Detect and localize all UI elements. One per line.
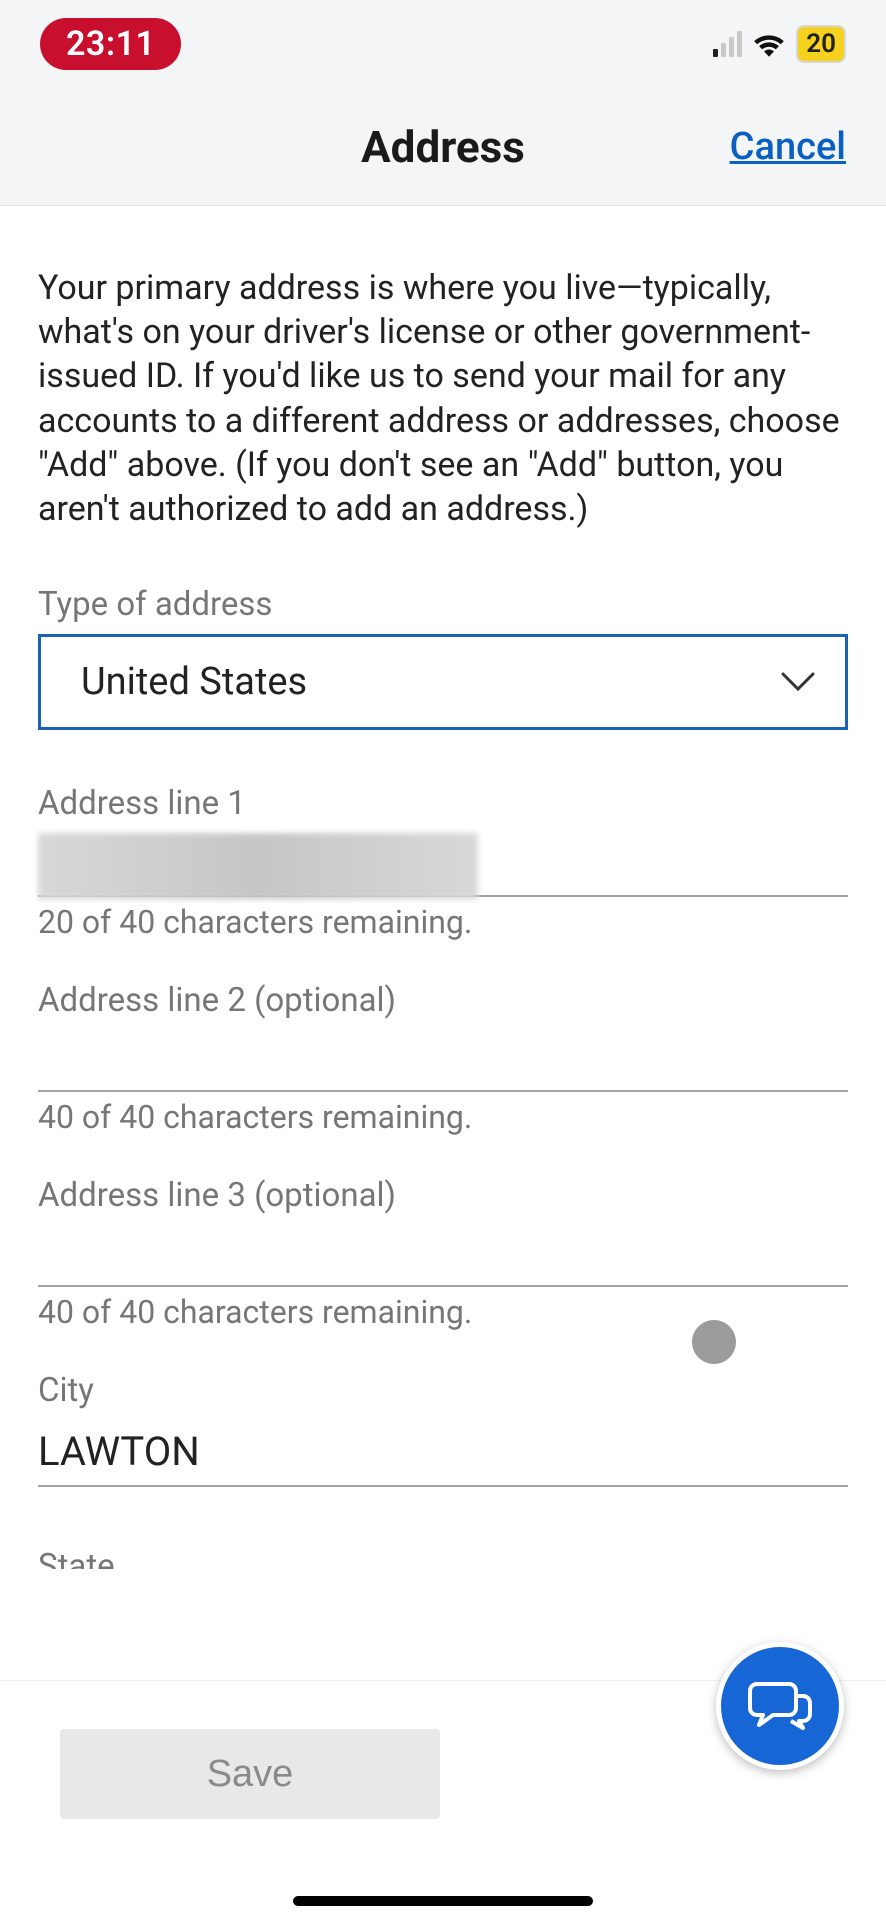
state-label: State — [38, 1547, 848, 1569]
nav-header: Address Cancel — [0, 88, 886, 206]
cancel-button[interactable]: Cancel — [730, 125, 846, 169]
wifi-icon — [752, 31, 786, 57]
city-label: City — [38, 1371, 848, 1410]
address-line-2-field: Address line 2 (optional) 40 of 40 chara… — [38, 981, 848, 1136]
status-indicators: 20 — [713, 25, 846, 63]
description-text: Your primary address is where you live—t… — [38, 266, 848, 531]
page-title: Address — [361, 121, 525, 173]
home-indicator[interactable] — [293, 1896, 593, 1906]
status-bar: 23:11 20 — [0, 0, 886, 88]
address-line-1-helper: 20 of 40 characters remaining. — [38, 903, 848, 941]
redacted-value — [38, 833, 478, 899]
type-of-address-field: Type of address United States — [38, 585, 848, 730]
address-line-1-input[interactable] — [38, 833, 848, 897]
chat-icon — [747, 1678, 813, 1734]
scroll-indicator[interactable] — [692, 1320, 736, 1364]
address-line-2-label: Address line 2 (optional) — [38, 981, 848, 1020]
type-of-address-value: United States — [81, 660, 307, 704]
type-of-address-dropdown[interactable]: United States — [38, 634, 848, 730]
cellular-signal-icon — [713, 31, 742, 57]
address-line-2-helper: 40 of 40 characters remaining. — [38, 1098, 848, 1136]
chevron-down-icon — [781, 672, 815, 692]
address-line-3-field: Address line 3 (optional) 40 of 40 chara… — [38, 1176, 848, 1331]
city-input[interactable]: LAWTON — [38, 1420, 848, 1487]
form-content: Your primary address is where you live—t… — [0, 206, 886, 1569]
address-line-3-input[interactable] — [38, 1225, 848, 1287]
battery-indicator: 20 — [796, 25, 846, 63]
address-line-2-input[interactable] — [38, 1030, 848, 1092]
save-button[interactable]: Save — [60, 1729, 440, 1819]
chat-fab[interactable] — [716, 1642, 844, 1770]
city-field: City LAWTON — [38, 1371, 848, 1487]
status-time: 23:11 — [40, 18, 181, 70]
address-line-3-label: Address line 3 (optional) — [38, 1176, 848, 1215]
address-line-1-field: Address line 1 20 of 40 characters remai… — [38, 784, 848, 941]
type-of-address-label: Type of address — [38, 585, 848, 624]
address-line-1-label: Address line 1 — [38, 784, 848, 823]
